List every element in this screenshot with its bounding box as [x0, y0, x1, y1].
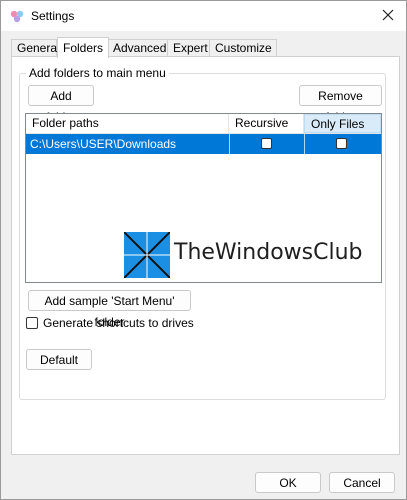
- generate-shortcuts-checkbox[interactable]: [26, 317, 38, 329]
- windows-logo-icon: [124, 232, 170, 278]
- close-icon[interactable]: [378, 5, 398, 25]
- default-button[interactable]: Default: [26, 349, 92, 370]
- tab-customize[interactable]: Customize: [209, 39, 277, 57]
- add-sample-start-menu-button[interactable]: Add sample 'Start Menu' folder: [28, 290, 191, 329]
- add-folder-button[interactable]: Add folder: [28, 85, 94, 124]
- tab-expert[interactable]: Expert: [167, 39, 211, 57]
- recursive-checkbox[interactable]: [261, 138, 272, 149]
- column-folder-paths[interactable]: Folder paths: [26, 114, 229, 133]
- remove-folder-button[interactable]: Remove folder: [299, 85, 382, 124]
- title-bar: Settings: [1, 1, 406, 31]
- only-files-checkbox[interactable]: [336, 138, 347, 149]
- column-recursive[interactable]: Recursive: [229, 114, 304, 133]
- folder-path-cell: C:\Users\USER\Downloads: [30, 137, 177, 151]
- column-separator: [229, 134, 230, 154]
- generate-shortcuts-label: Generate shortcuts to drives: [43, 316, 194, 330]
- tab-folders[interactable]: Folders: [57, 37, 109, 58]
- list-header: Folder paths Recursive Only Files: [26, 114, 381, 134]
- watermark: TheWindowsClub: [124, 232, 394, 278]
- tab-advanced[interactable]: Advanced: [107, 39, 171, 57]
- table-row[interactable]: C:\Users\USER\Downloads: [26, 134, 381, 154]
- watermark-text: TheWindowsClub: [174, 240, 363, 265]
- column-only-files[interactable]: Only Files: [304, 114, 381, 133]
- window-title: Settings: [31, 9, 75, 23]
- group-title: Add folders to main menu: [26, 66, 169, 80]
- settings-window: Settings General Folders Advanced Expert…: [0, 0, 407, 500]
- tab-general[interactable]: General: [11, 39, 60, 57]
- column-separator: [304, 134, 305, 154]
- cancel-button[interactable]: Cancel: [329, 472, 395, 493]
- ok-button[interactable]: OK: [255, 472, 321, 493]
- app-logo-icon: [10, 10, 24, 23]
